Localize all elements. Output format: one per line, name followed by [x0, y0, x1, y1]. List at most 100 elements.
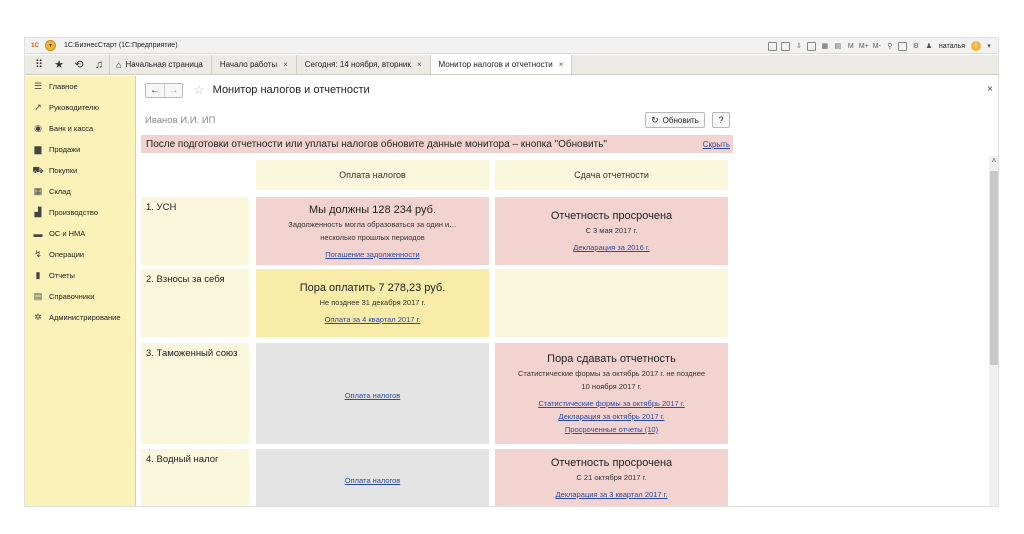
- operations-icon: ↯: [34, 249, 42, 259]
- cell-subtitle: Задолженность могла образоваться за один…: [288, 219, 457, 229]
- cell-subtitle: Не позднее 31 декабря 2017 г.: [319, 298, 426, 307]
- pay-debt-link[interactable]: Погашение задолженности: [325, 250, 419, 259]
- chart-line-icon: ↗: [34, 102, 42, 112]
- sidebar-item-warehouse[interactable]: ▦ Склад: [25, 181, 135, 202]
- scrollbar-thumb[interactable]: [990, 171, 998, 365]
- tab-bar: ⠿ ★ ⟲ ♫ ⌂ Начальная страница Начало рабо…: [25, 55, 998, 75]
- refresh-button[interactable]: ↻ Обновить: [645, 112, 705, 128]
- declaration-link[interactable]: Декларация за 3 квартал 2017 г.: [555, 490, 667, 499]
- organization-name[interactable]: Иванов И.И. ИП: [145, 115, 216, 126]
- cell-subtitle: несколько прошлых периодов: [320, 232, 425, 242]
- forward-arrow-icon[interactable]: →: [164, 83, 182, 97]
- chevron-down-icon[interactable]: ▾: [984, 41, 994, 51]
- upload-icon[interactable]: [807, 41, 817, 51]
- memory-subtract-button[interactable]: M-: [872, 41, 882, 51]
- row-label-usn: 1. УСН: [141, 197, 249, 265]
- tax-payment-link[interactable]: Оплата налогов: [345, 476, 401, 485]
- close-icon[interactable]: ×: [417, 60, 422, 69]
- sidebar-item-label: Администрирование: [49, 313, 121, 322]
- sidebar-item-label: Производство: [49, 208, 98, 217]
- favorite-star-icon[interactable]: ☆: [193, 82, 205, 98]
- info-icon[interactable]: i: [971, 41, 981, 51]
- sidebar-item-sales[interactable]: ▆ Продажи: [25, 139, 135, 160]
- main-content: ← → ☆ Монитор налогов и отчетности × Ива…: [137, 76, 998, 506]
- memory-store-button[interactable]: M: [846, 41, 856, 51]
- gear-icon: ✲: [34, 312, 42, 322]
- refresh-label: Обновить: [662, 115, 699, 125]
- bank-icon: ◉: [34, 123, 42, 133]
- calendar-icon[interactable]: ▤: [833, 41, 843, 51]
- sidebar-item-label: Продажи: [49, 145, 81, 154]
- sidebar-item-fixed-assets[interactable]: ▬ ОС и НМА: [25, 223, 135, 244]
- tab-label: Сегодня: 14 ноября, вторник: [304, 60, 411, 69]
- cell-customs-reporting: Пора сдавать отчетность Статистические ф…: [495, 343, 728, 444]
- sidebar: ☰ Главное ↗ Руководителю ◉ Банк и касса ▆ Пр…: [25, 76, 136, 506]
- back-arrow-icon[interactable]: ←: [146, 83, 164, 97]
- page-title: Монитор налогов и отчетности: [212, 84, 370, 96]
- refresh-icon: ↻: [651, 114, 659, 125]
- bell-icon[interactable]: ♫: [89, 55, 109, 75]
- help-button[interactable]: ?: [712, 112, 730, 128]
- cell-subtitle: С 21 октября 2017 г.: [576, 473, 647, 482]
- sidebar-item-label: Банк и касса: [49, 124, 94, 133]
- download-icon[interactable]: ⇩: [794, 41, 804, 51]
- declaration-link[interactable]: Декларация за 2016 г.: [573, 243, 650, 252]
- declaration-link[interactable]: Декларация за октябрь 2017 г.: [559, 412, 665, 421]
- tab-getting-started[interactable]: Начало работы ×: [210, 55, 296, 74]
- scroll-up-icon[interactable]: ˄: [990, 156, 998, 165]
- bag-icon: ▆: [34, 144, 42, 154]
- close-icon[interactable]: ×: [283, 60, 288, 69]
- tab-label: Монитор налогов и отчетности: [438, 60, 553, 69]
- user-icon: ♟: [925, 43, 932, 50]
- sidebar-item-purchases[interactable]: ⛟ Покупки: [25, 160, 135, 181]
- cell-contributions-reporting: [495, 269, 728, 337]
- menu-circle-icon[interactable]: ▾: [45, 40, 56, 51]
- cell-title: Отчетность просрочена: [550, 457, 673, 469]
- sidebar-item-reports[interactable]: ▮ Отчеты: [25, 265, 135, 286]
- stat-forms-link[interactable]: Статистические формы за октябрь 2017 г.: [538, 399, 684, 408]
- user-name[interactable]: наталья: [939, 43, 965, 50]
- apps-grid-icon[interactable]: ⠿: [29, 55, 49, 75]
- favorites-star-icon[interactable]: ★: [49, 55, 69, 75]
- settings-icon[interactable]: ⚙: [911, 41, 921, 51]
- sidebar-item-production[interactable]: ▟ Производство: [25, 202, 135, 223]
- sidebar-item-operations[interactable]: ↯ Операции: [25, 244, 135, 265]
- payment-link[interactable]: Оплата за 4 квартал 2017 г.: [325, 315, 421, 324]
- save-icon[interactable]: [781, 41, 791, 51]
- tab-tax-monitor[interactable]: Монитор налогов и отчетности ×: [429, 55, 573, 74]
- column-header-payment: Оплата налогов: [256, 160, 489, 190]
- cell-customs-payment: Оплата налогов: [256, 343, 489, 444]
- sidebar-item-administration[interactable]: ✲ Администрирование: [25, 307, 135, 328]
- sidebar-item-label: Главное: [49, 82, 78, 91]
- sidebar-item-label: Склад: [49, 187, 71, 196]
- tab-home[interactable]: ⌂ Начальная страница: [109, 55, 211, 74]
- cell-usn-reporting: Отчетность просрочена С 3 мая 2017 г. Де…: [495, 197, 728, 265]
- row-label-water-tax: 4. Водный налог: [141, 449, 249, 506]
- factory-icon: ▟: [34, 207, 42, 217]
- history-icon[interactable]: ⟲: [69, 55, 89, 75]
- cell-contributions-payment: Пора оплатить 7 278,23 руб. Не позднее 3…: [256, 269, 489, 337]
- tab-today[interactable]: Сегодня: 14 ноября, вторник ×: [295, 55, 430, 74]
- tax-payment-link[interactable]: Оплата налогов: [345, 391, 401, 400]
- sidebar-item-label: ОС и НМА: [49, 229, 86, 238]
- app-logo: 1С: [31, 42, 39, 49]
- tab-label: Начало работы: [219, 60, 278, 69]
- sidebar-item-main[interactable]: ☰ Главное: [25, 76, 135, 97]
- close-form-icon[interactable]: ×: [987, 84, 993, 95]
- sidebar-item-label: Отчеты: [49, 271, 75, 280]
- search-icon[interactable]: ⚲: [885, 41, 895, 51]
- print-icon[interactable]: [768, 41, 778, 51]
- close-icon[interactable]: ×: [559, 60, 564, 69]
- sidebar-item-directories[interactable]: ▤ Справочники: [25, 286, 135, 307]
- overdue-reports-link[interactable]: Просроченные отчеты (10): [565, 425, 658, 434]
- window-icon[interactable]: [898, 41, 908, 51]
- cart-icon: ⛟: [32, 164, 44, 175]
- tab-bar-icons: ⠿ ★ ⟲ ♫: [25, 55, 109, 74]
- cell-water-payment: Оплата налогов: [256, 449, 489, 506]
- sidebar-item-manager[interactable]: ↗ Руководителю: [25, 97, 135, 118]
- calculator-icon[interactable]: ▦: [820, 41, 830, 51]
- sidebar-item-bank[interactable]: ◉ Банк и касса: [25, 118, 135, 139]
- truck-icon: ▬: [33, 228, 43, 239]
- memory-add-button[interactable]: M+: [859, 41, 869, 51]
- hide-notice-link[interactable]: Скрыть: [703, 140, 730, 149]
